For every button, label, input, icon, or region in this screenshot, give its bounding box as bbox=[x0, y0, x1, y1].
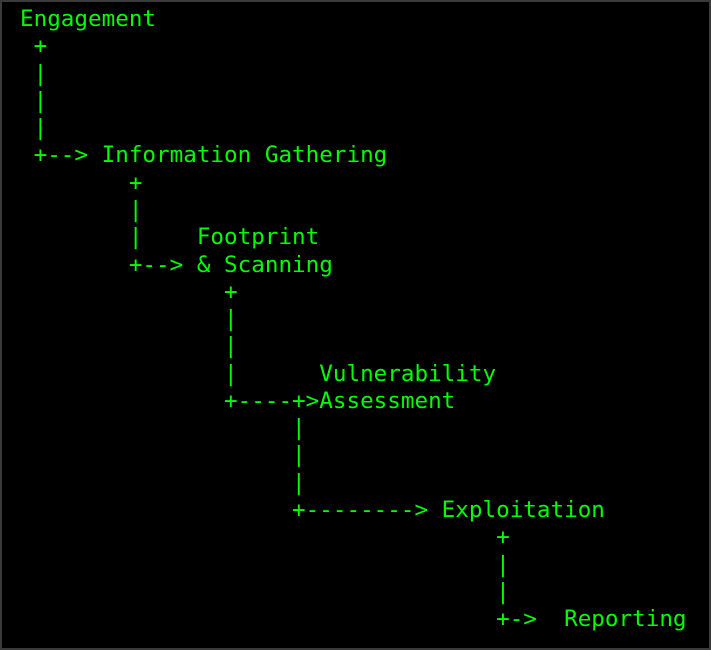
node-reporting: +-> Reporting bbox=[20, 606, 687, 632]
connector-line: | bbox=[20, 197, 143, 223]
connector-line: | bbox=[20, 442, 306, 468]
terminal-window: Engagement + | | | +--> Information Gath… bbox=[0, 0, 711, 650]
node-information-gathering: +--> Information Gathering bbox=[20, 142, 388, 168]
node-engagement: Engagement bbox=[20, 6, 157, 32]
node-vulnerability: | Vulnerability bbox=[20, 361, 497, 387]
node-exploitation: +--------> Exploitation bbox=[20, 497, 605, 523]
connector-line: | bbox=[20, 333, 238, 359]
connector-line: + bbox=[20, 279, 238, 305]
connector-line: | bbox=[20, 579, 510, 605]
connector-line: | bbox=[20, 306, 238, 332]
connector-line: | bbox=[20, 415, 306, 441]
node-scanning: +--> & Scanning bbox=[20, 252, 333, 278]
node-footprint: | Footprint bbox=[20, 224, 320, 250]
connector-line: | bbox=[20, 115, 48, 141]
connector-line: | bbox=[20, 552, 510, 578]
connector-line: + bbox=[20, 524, 510, 550]
connector-line: + bbox=[20, 33, 48, 59]
connector-line: | bbox=[20, 88, 48, 114]
node-assessment: +----+>Assessment bbox=[20, 388, 456, 414]
connector-line: + bbox=[20, 170, 143, 196]
connector-line: | bbox=[20, 470, 306, 496]
connector-line: | bbox=[20, 61, 48, 87]
